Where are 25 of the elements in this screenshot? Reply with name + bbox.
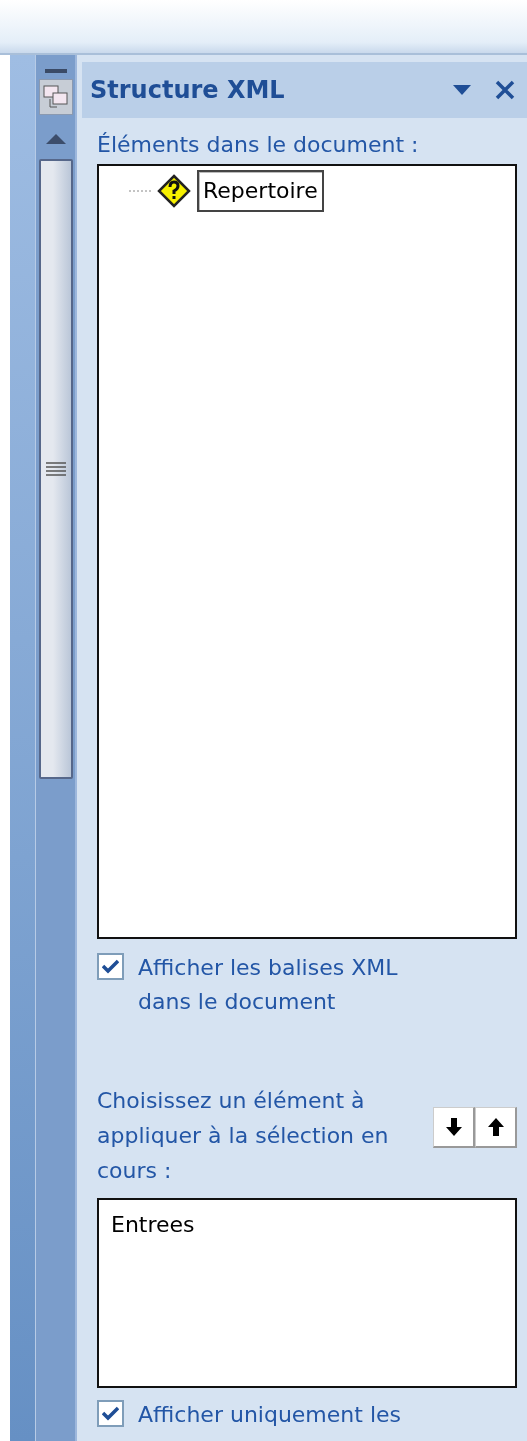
minimize-bar-icon[interactable] [44, 69, 67, 73]
grip-icon [44, 462, 67, 476]
diamond-icon [157, 174, 191, 208]
checkbox[interactable] [97, 953, 124, 980]
list-item[interactable]: Entrees [111, 1208, 503, 1242]
move-up-button[interactable] [475, 1107, 517, 1148]
caret-icon [453, 85, 471, 95]
choose-label: Choisissez un élément à appliquer à la sélection en cours : [97, 1087, 390, 1185]
boxes-icon [41, 83, 70, 111]
scrollbar-thumb[interactable] [38, 159, 73, 779]
close-icon [495, 80, 515, 100]
move-down-button[interactable] [433, 1107, 475, 1148]
up-arrow-icon [487, 1118, 504, 1136]
tree-line [129, 189, 151, 193]
panel-title: Structure XML [90, 75, 286, 106]
tool-button[interactable] [38, 79, 73, 115]
elements-label: Éléments dans le document : [97, 131, 420, 159]
down-arrow-icon [445, 1118, 462, 1136]
scroll-up-icon[interactable] [44, 133, 67, 145]
checkmark-icon [102, 959, 119, 974]
checkbox[interactable] [97, 1400, 124, 1427]
checkbox-label: Afficher uniquement les [138, 1401, 401, 1429]
checkmark-icon [102, 1406, 119, 1421]
tree-item[interactable]: Repertoire [197, 170, 324, 212]
checkbox-label: Afficher les balises XML dans le document [138, 954, 399, 1016]
